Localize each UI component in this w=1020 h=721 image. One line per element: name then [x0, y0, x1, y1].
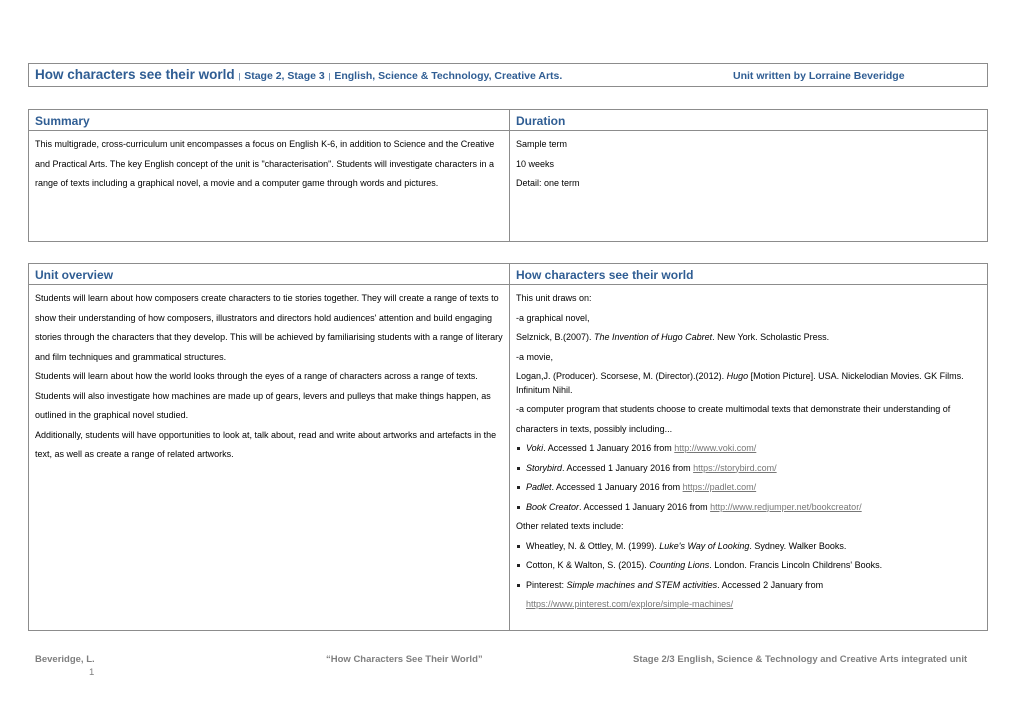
ref-author: Wheatley, N. & Ottley, M. (1999). [526, 540, 660, 551]
pinterest-title: Simple machines and STEM activities [566, 579, 718, 590]
duration-body: Sample term 10 weeks Detail: one term [510, 131, 987, 194]
program-access-text: . Accessed 1 January 2016 from [562, 462, 694, 473]
unit-title-bar: How characters see their world | Stage 2… [28, 63, 988, 87]
program-title: Padlet [526, 482, 552, 492]
other-texts-label: Other related texts include: [516, 521, 624, 531]
novel-title: The Invention of Hugo Cabret [594, 332, 713, 342]
overview-resources-table: Unit overview Students will learn about … [28, 263, 988, 631]
novel-label: -a graphical novel, [516, 312, 590, 323]
resources-body: This unit draws on: -a graphical novel, … [510, 285, 987, 615]
ref-publisher: . London. Francis Lincoln Childrens' Boo… [709, 560, 883, 570]
resources-heading: How characters see their world [510, 264, 987, 285]
movie-title: Hugo [726, 371, 749, 381]
ref-author: Pinterest: [526, 579, 567, 590]
list-item: Wheatley, N. & Ottley, M. (1999). Luke's… [516, 537, 981, 557]
title-separator: | [328, 72, 331, 81]
other-texts-list: Wheatley, N. & Ottley, M. (1999). Luke's… [516, 537, 981, 615]
ref-publisher: . New York. Scholastic Press. [712, 332, 830, 342]
list-item: Pinterest: Simple machines and STEM acti… [516, 576, 981, 615]
unit-overview-section: Unit overview Students will learn about … [29, 264, 510, 630]
program-title: Voki [526, 443, 544, 453]
padlet-link[interactable]: https://padlet.com/ [683, 482, 757, 492]
list-item: Storybird. Accessed 1 January 2016 from … [516, 459, 981, 479]
voki-link[interactable]: http://www.voki.com/ [674, 443, 756, 453]
duration-weeks: 10 weeks [516, 158, 555, 169]
summary-text: This multigrade, cross-curriculum unit e… [35, 139, 495, 188]
pinterest-link[interactable]: https://www.pinterest.com/explore/simple… [526, 599, 733, 609]
movie-reference: Logan,J. (Producer). Scorsese, M. (Direc… [516, 370, 981, 397]
unit-author: Unit written by Lorraine Beveridge [733, 70, 905, 82]
duration-section: Duration Sample term 10 weeks Detail: on… [510, 110, 987, 241]
ref-author: Cotton, K & Walton, S. (2015). [526, 560, 650, 570]
program-access-text: . Accessed 1 January 2016 from [579, 501, 711, 512]
title-separator: | [238, 72, 241, 81]
unit-stages: Stage 2, Stage 3 [244, 70, 325, 82]
book-title: Luke's Way of Looking [659, 540, 750, 551]
program-label: -a computer program that students choose… [516, 404, 951, 434]
unit-title: How characters see their world | Stage 2… [35, 67, 562, 82]
list-item: Cotton, K & Walton, S. (2015). Counting … [516, 556, 981, 576]
bookcreator-link[interactable]: http://www.redjumper.net/bookcreator/ [710, 502, 862, 512]
page-number: 1 [89, 667, 95, 678]
summary-body: This multigrade, cross-curriculum unit e… [29, 131, 509, 194]
list-item: Padlet. Accessed 1 January 2016 from htt… [516, 478, 981, 498]
footer-title: “How Characters See Their World” [326, 654, 483, 665]
footer-author: Beveridge, L. [35, 654, 95, 665]
summary-heading: Summary [29, 110, 509, 131]
overview-paragraph: Additionally, students will have opportu… [35, 429, 497, 460]
unit-subjects: English, Science & Technology, Creative … [334, 70, 563, 82]
ref-author: Logan,J. (Producer). Scorsese, M. (Direc… [516, 371, 727, 381]
program-list: Voki. Accessed 1 January 2016 from http:… [516, 439, 981, 517]
ref-author: Selznick, B.(2007). [516, 332, 595, 342]
program-access-text: . Accessed 1 January 2016 from [551, 482, 683, 492]
unit-title-text: How characters see their world [35, 67, 235, 82]
program-title: Book Creator [526, 501, 580, 512]
novel-reference: Selznick, B.(2007). The Invention of Hug… [516, 328, 981, 348]
list-item: Book Creator. Accessed 1 January 2016 fr… [516, 498, 981, 518]
storybird-link[interactable]: https://storybird.com/ [693, 463, 777, 473]
overview-paragraph: Students will learn about how the world … [35, 371, 491, 420]
overview-paragraph: Students will learn about how composers … [35, 293, 503, 362]
footer-unit-description: Stage 2/3 English, Science & Technology … [633, 654, 968, 665]
program-access-text: . Accessed 1 January 2016 from [543, 443, 675, 453]
unit-overview-heading: Unit overview [29, 264, 509, 285]
summary-section: Summary This multigrade, cross-curriculu… [29, 110, 510, 241]
duration-detail: Detail: one term [516, 178, 580, 188]
summary-duration-table: Summary This multigrade, cross-curriculu… [28, 109, 988, 242]
unit-overview-body: Students will learn about how composers … [29, 285, 509, 465]
duration-sample-term: Sample term [516, 139, 568, 149]
program-title: Storybird [526, 462, 563, 473]
ref-publisher: . Accessed 2 January from [717, 579, 824, 590]
duration-heading: Duration [510, 110, 987, 131]
ref-publisher: . Sydney. Walker Books. [749, 540, 847, 551]
list-item: Voki. Accessed 1 January 2016 from http:… [516, 439, 981, 459]
book-title: Counting Lions [649, 560, 710, 570]
resources-intro: This unit draws on: [516, 293, 592, 303]
movie-label: -a movie, [516, 351, 554, 362]
resources-section: How characters see their world This unit… [510, 264, 987, 630]
